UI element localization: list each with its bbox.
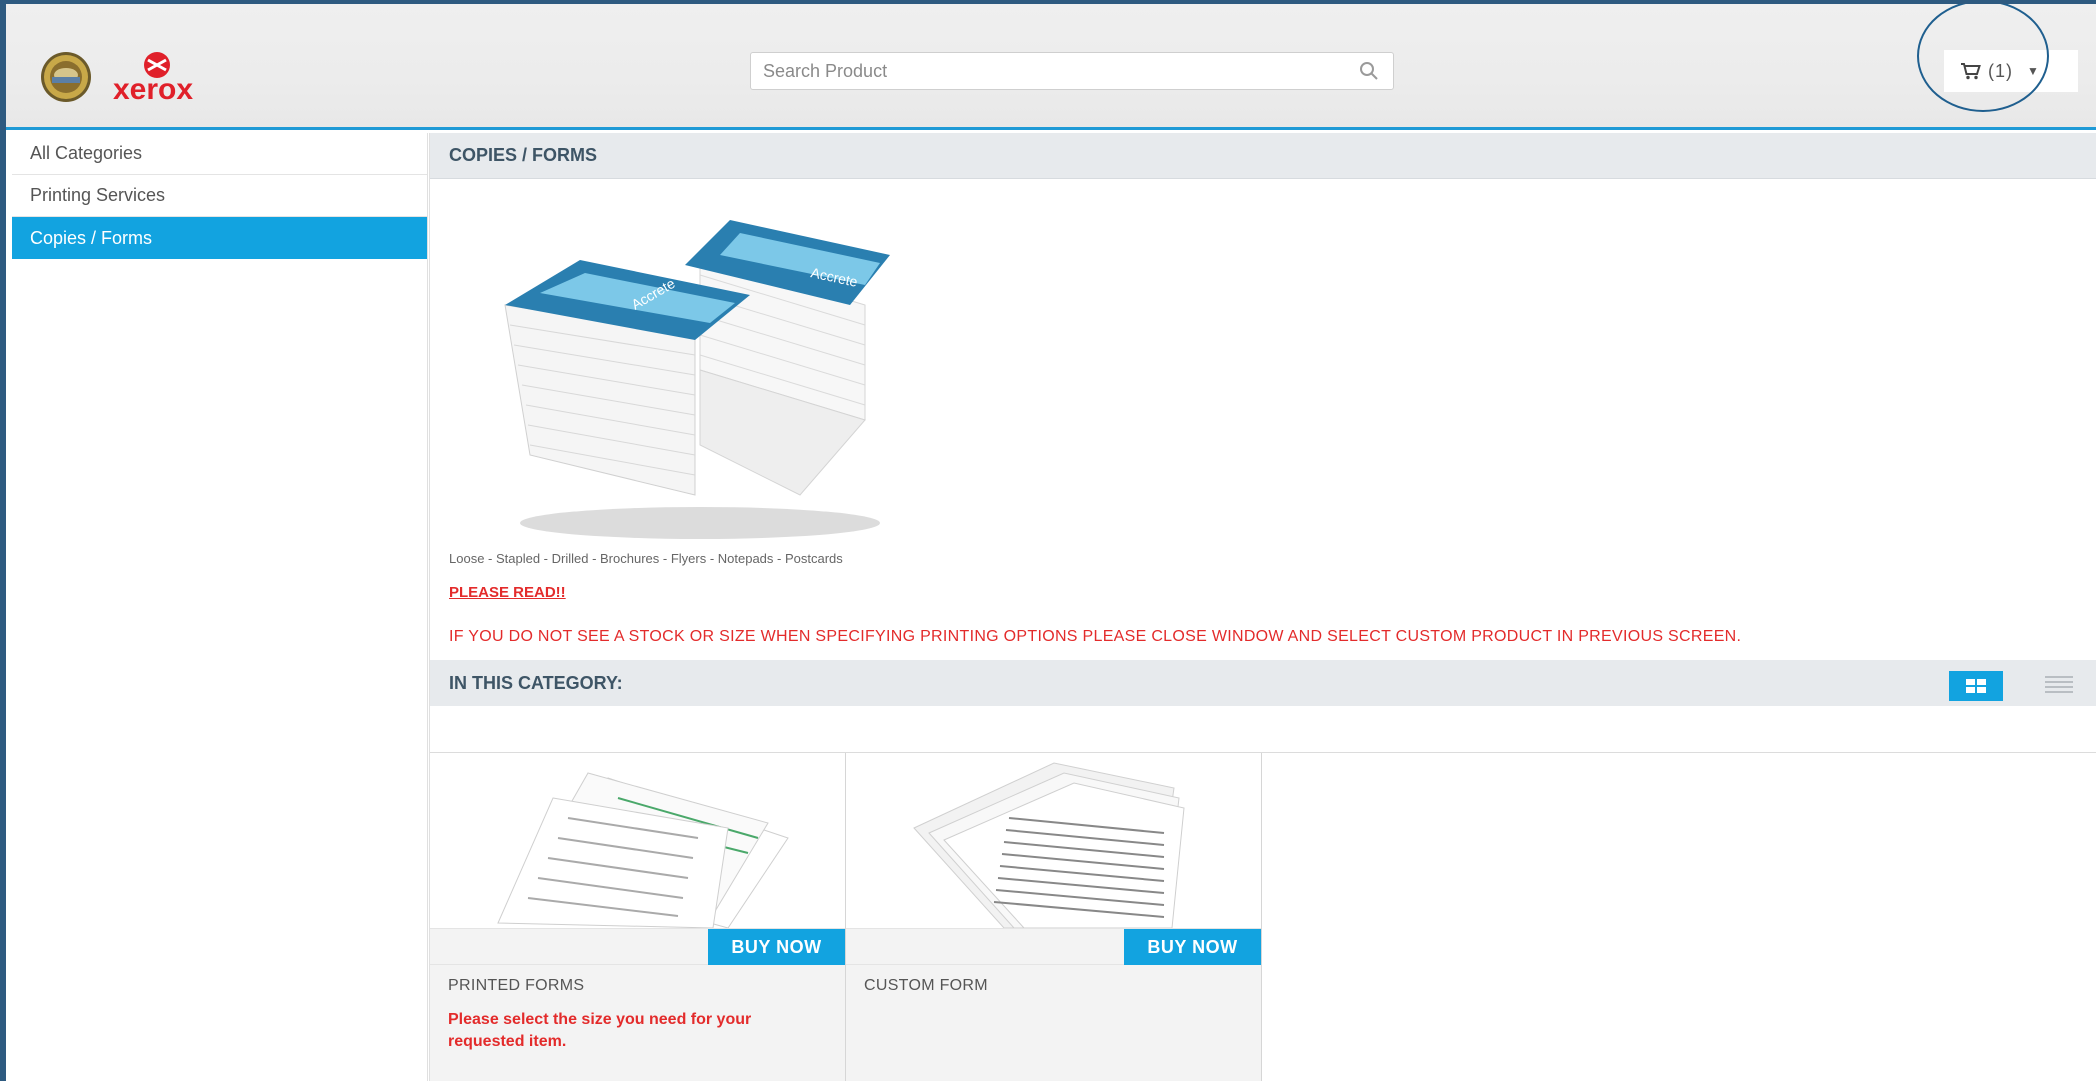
cart-count: (1) xyxy=(1988,60,2013,81)
sidebar-item-copies-forms[interactable]: Copies / Forms xyxy=(12,217,427,259)
sidebar-item-all-categories[interactable]: All Categories xyxy=(12,133,427,175)
category-hero-image: Accrete Accrete xyxy=(470,205,920,545)
product-description: Please select the size you need for your… xyxy=(448,1011,752,1050)
cart-button[interactable]: (1) ▼ xyxy=(1944,50,2078,92)
page-title: COPIES / FORMS xyxy=(430,133,2096,179)
product-grid: BUY NOW PRINTED FORMS Please select the … xyxy=(430,753,1262,1081)
buy-row: BUY NOW xyxy=(430,929,845,965)
custom-form-image xyxy=(912,762,1185,928)
buy-row: BUY NOW xyxy=(846,929,1261,965)
search-icon[interactable] xyxy=(1357,59,1381,83)
product-image[interactable] xyxy=(846,753,1261,929)
main-content: COPIES / FORMS Accrete Accrete Loose - S… xyxy=(429,133,2096,1081)
paper-stack-image: Accrete Accrete xyxy=(504,220,890,539)
category-title: IN THIS CATEGORY: xyxy=(449,672,623,693)
category-header: IN THIS CATEGORY: xyxy=(430,660,2096,706)
list-view-icon[interactable] xyxy=(2045,674,2073,694)
product-name[interactable]: CUSTOM FORM xyxy=(846,965,1261,995)
forms-image xyxy=(496,772,789,928)
grid-view-button[interactable] xyxy=(1949,671,2003,701)
header: xerox Search Product (1) ▼ xyxy=(6,4,2096,130)
product-image[interactable] xyxy=(430,753,845,929)
category-tagline: Loose - Stapled - Drilled - Brochures - … xyxy=(449,551,843,566)
product-description xyxy=(846,995,1236,1009)
page-frame: xerox Search Product (1) ▼ All Categorie… xyxy=(6,4,2096,1081)
logo-icon: xerox xyxy=(41,52,193,106)
search-input[interactable]: Search Product xyxy=(750,52,1394,90)
cart-icon xyxy=(1961,63,1981,80)
chevron-down-icon[interactable]: ▼ xyxy=(2027,64,2039,78)
product-card-custom-form[interactable]: BUY NOW CUSTOM FORM xyxy=(846,753,1262,1081)
category-spacer xyxy=(430,706,2096,753)
svg-text:xerox: xerox xyxy=(113,73,193,106)
buy-now-button[interactable]: BUY NOW xyxy=(1124,929,1261,965)
search-placeholder: Search Product xyxy=(763,60,888,81)
sidebar-item-printing-services[interactable]: Printing Services xyxy=(12,175,427,217)
logo[interactable]: xerox xyxy=(33,51,213,107)
please-read-link[interactable]: PLEASE READ!! xyxy=(449,584,566,601)
product-card-printed-forms[interactable]: BUY NOW PRINTED FORMS Please select the … xyxy=(430,753,846,1081)
sidebar: All Categories Printing Services Copies … xyxy=(12,133,428,1081)
stock-notice: IF YOU DO NOT SEE A STOCK OR SIZE WHEN S… xyxy=(449,628,1742,645)
grid-view-icon xyxy=(1966,679,1986,693)
product-name[interactable]: PRINTED FORMS xyxy=(430,965,845,995)
buy-now-button[interactable]: BUY NOW xyxy=(708,929,845,965)
